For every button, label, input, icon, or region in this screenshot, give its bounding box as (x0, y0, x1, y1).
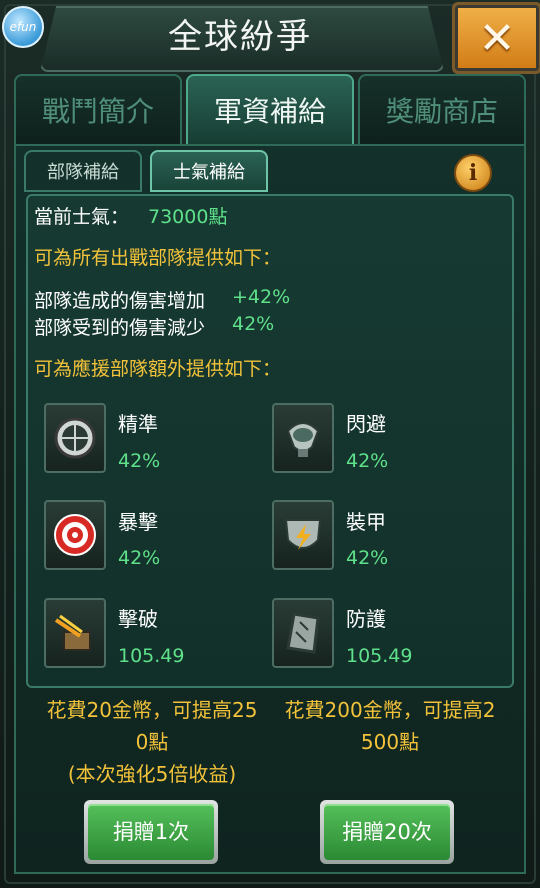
donate-twenty-label: 捐贈20次 (324, 804, 450, 860)
turret-icon (44, 598, 106, 668)
single-cost-line2: 0點 (135, 730, 169, 754)
subtab-unit-supply[interactable]: 部隊補給 (24, 150, 142, 192)
support-units-heading: 可為應援部隊額外提供如下： (34, 358, 282, 380)
all-units-heading: 可為所有出戰部隊提供如下： (34, 247, 282, 269)
bonus-name-critical: 暴擊 (118, 510, 158, 534)
damage-dealt-label: 部隊造成的傷害增加 (34, 290, 206, 312)
close-icon: ✕ (478, 12, 516, 64)
bonus-value-protection: 105.49 (346, 645, 413, 667)
radar-icon (272, 403, 334, 473)
single-donation-cost: 花費20金幣，可提高25 0點 (本次強化5倍收益) (30, 694, 274, 790)
subtab-morale-supply[interactable]: 士氣補給 (150, 150, 268, 192)
bonus-name-evasion: 閃避 (346, 412, 386, 436)
armor-plate-icon (272, 598, 334, 668)
target-icon (44, 500, 106, 570)
bonus-value-critical: 42% (118, 547, 161, 569)
donate-twenty-button[interactable]: 捐贈20次 (320, 800, 454, 864)
morale-value: 73000點 (148, 206, 228, 228)
scope-icon (44, 403, 106, 473)
bonus-name-breakthrough: 擊破 (118, 607, 158, 631)
shield-icon (272, 500, 334, 570)
bonus-value-armor: 42% (346, 547, 389, 569)
bonus-name-accuracy: 精準 (118, 412, 158, 436)
damage-taken-value: 42% (232, 313, 275, 335)
tab-battle-intro[interactable]: 戰鬥簡介 (14, 74, 182, 146)
single-cost-line1: 花費20金幣，可提高25 (46, 698, 258, 722)
donate-once-button[interactable]: 捐贈1次 (84, 800, 218, 864)
page-title: 全球紛爭 (168, 17, 312, 57)
bonus-value-accuracy: 42% (118, 450, 161, 472)
bonus-value-breakthrough: 105.49 (118, 645, 185, 667)
damage-dealt-value: +42% (232, 286, 291, 308)
efun-logo: efun (2, 6, 44, 48)
multi-cost-line2: 500點 (360, 730, 420, 754)
close-button[interactable]: ✕ (452, 2, 540, 74)
tab-reward-shop[interactable]: 獎勵商店 (358, 74, 526, 146)
multi-donation-cost: 花費200金幣，可提高2 500點 (270, 694, 510, 758)
info-button[interactable]: i (454, 154, 492, 192)
main-tabs: 戰鬥簡介 軍資補給 獎勵商店 (14, 74, 526, 146)
donate-once-label: 捐贈1次 (88, 804, 214, 860)
info-icon: i (468, 160, 478, 186)
morale-label: 當前士氣： (34, 206, 130, 228)
single-cost-bonus-note: (本次強化5倍收益) (67, 762, 237, 786)
bonus-value-evasion: 42% (346, 450, 389, 472)
bonus-name-armor: 裝甲 (346, 510, 386, 534)
damage-taken-label: 部隊受到的傷害減少 (34, 317, 206, 339)
tab-supplies[interactable]: 軍資補給 (186, 74, 354, 146)
bonus-name-protection: 防護 (346, 607, 386, 631)
multi-cost-line1: 花費200金幣，可提高2 (284, 698, 496, 722)
